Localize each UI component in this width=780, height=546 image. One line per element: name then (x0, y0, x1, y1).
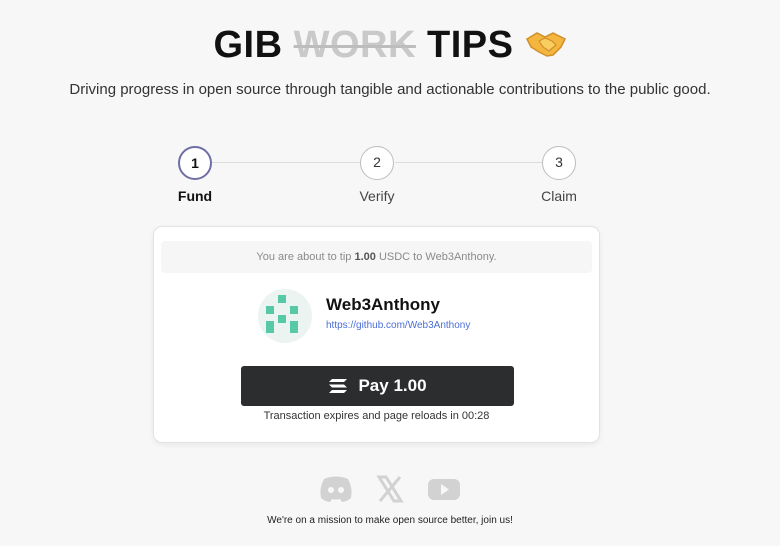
social-links (0, 474, 780, 504)
step-number: 2 (360, 146, 394, 180)
recipient-name: Web3Anthony (326, 295, 440, 314)
title-gib: GIB (213, 24, 283, 66)
page-title: GIB WORK TIPS (0, 22, 780, 68)
step-connector (212, 162, 360, 163)
progress-steps: 1 Fund 2 Verify 3 Claim (160, 146, 600, 206)
tip-amount: 1.00 (354, 251, 376, 263)
handshake-icon (525, 32, 566, 57)
mission-statement: We're on a mission to make open source b… (267, 515, 513, 526)
tip-summary-prefix: You are about to tip (256, 251, 355, 263)
title-work-struck: WORK (293, 24, 416, 66)
tip-summary: You are about to tip 1.00 USDC to Web3An… (161, 241, 592, 273)
step-number: 1 (178, 146, 212, 180)
tip-card: You are about to tip 1.00 USDC to Web3An… (153, 226, 600, 443)
pay-button[interactable]: Pay 1.00 (241, 366, 514, 406)
step-verify: 2 Verify (342, 146, 412, 204)
step-label: Verify (359, 188, 395, 204)
pay-button-label: Pay 1.00 (358, 376, 427, 395)
youtube-icon[interactable] (426, 474, 462, 504)
title-tips: TIPS (426, 24, 514, 66)
step-label: Fund (177, 188, 213, 204)
tip-summary-suffix: USDC to Web3Anthony. (375, 251, 497, 263)
expiry-timer: Transaction expires and page reloads in … (263, 410, 490, 422)
step-connector (395, 162, 543, 163)
subtitle: Driving progress in open source through … (69, 81, 711, 98)
step-label: Claim (541, 188, 577, 204)
step-number: 3 (542, 146, 576, 180)
step-fund: 1 Fund (160, 146, 230, 204)
avatar (258, 289, 312, 343)
step-claim: 3 Claim (524, 146, 594, 204)
x-icon[interactable] (372, 474, 408, 504)
recipient-github-link[interactable]: https://github.com/Web3Anthony (326, 320, 470, 331)
discord-icon[interactable] (318, 474, 354, 504)
solana-icon (329, 379, 348, 393)
